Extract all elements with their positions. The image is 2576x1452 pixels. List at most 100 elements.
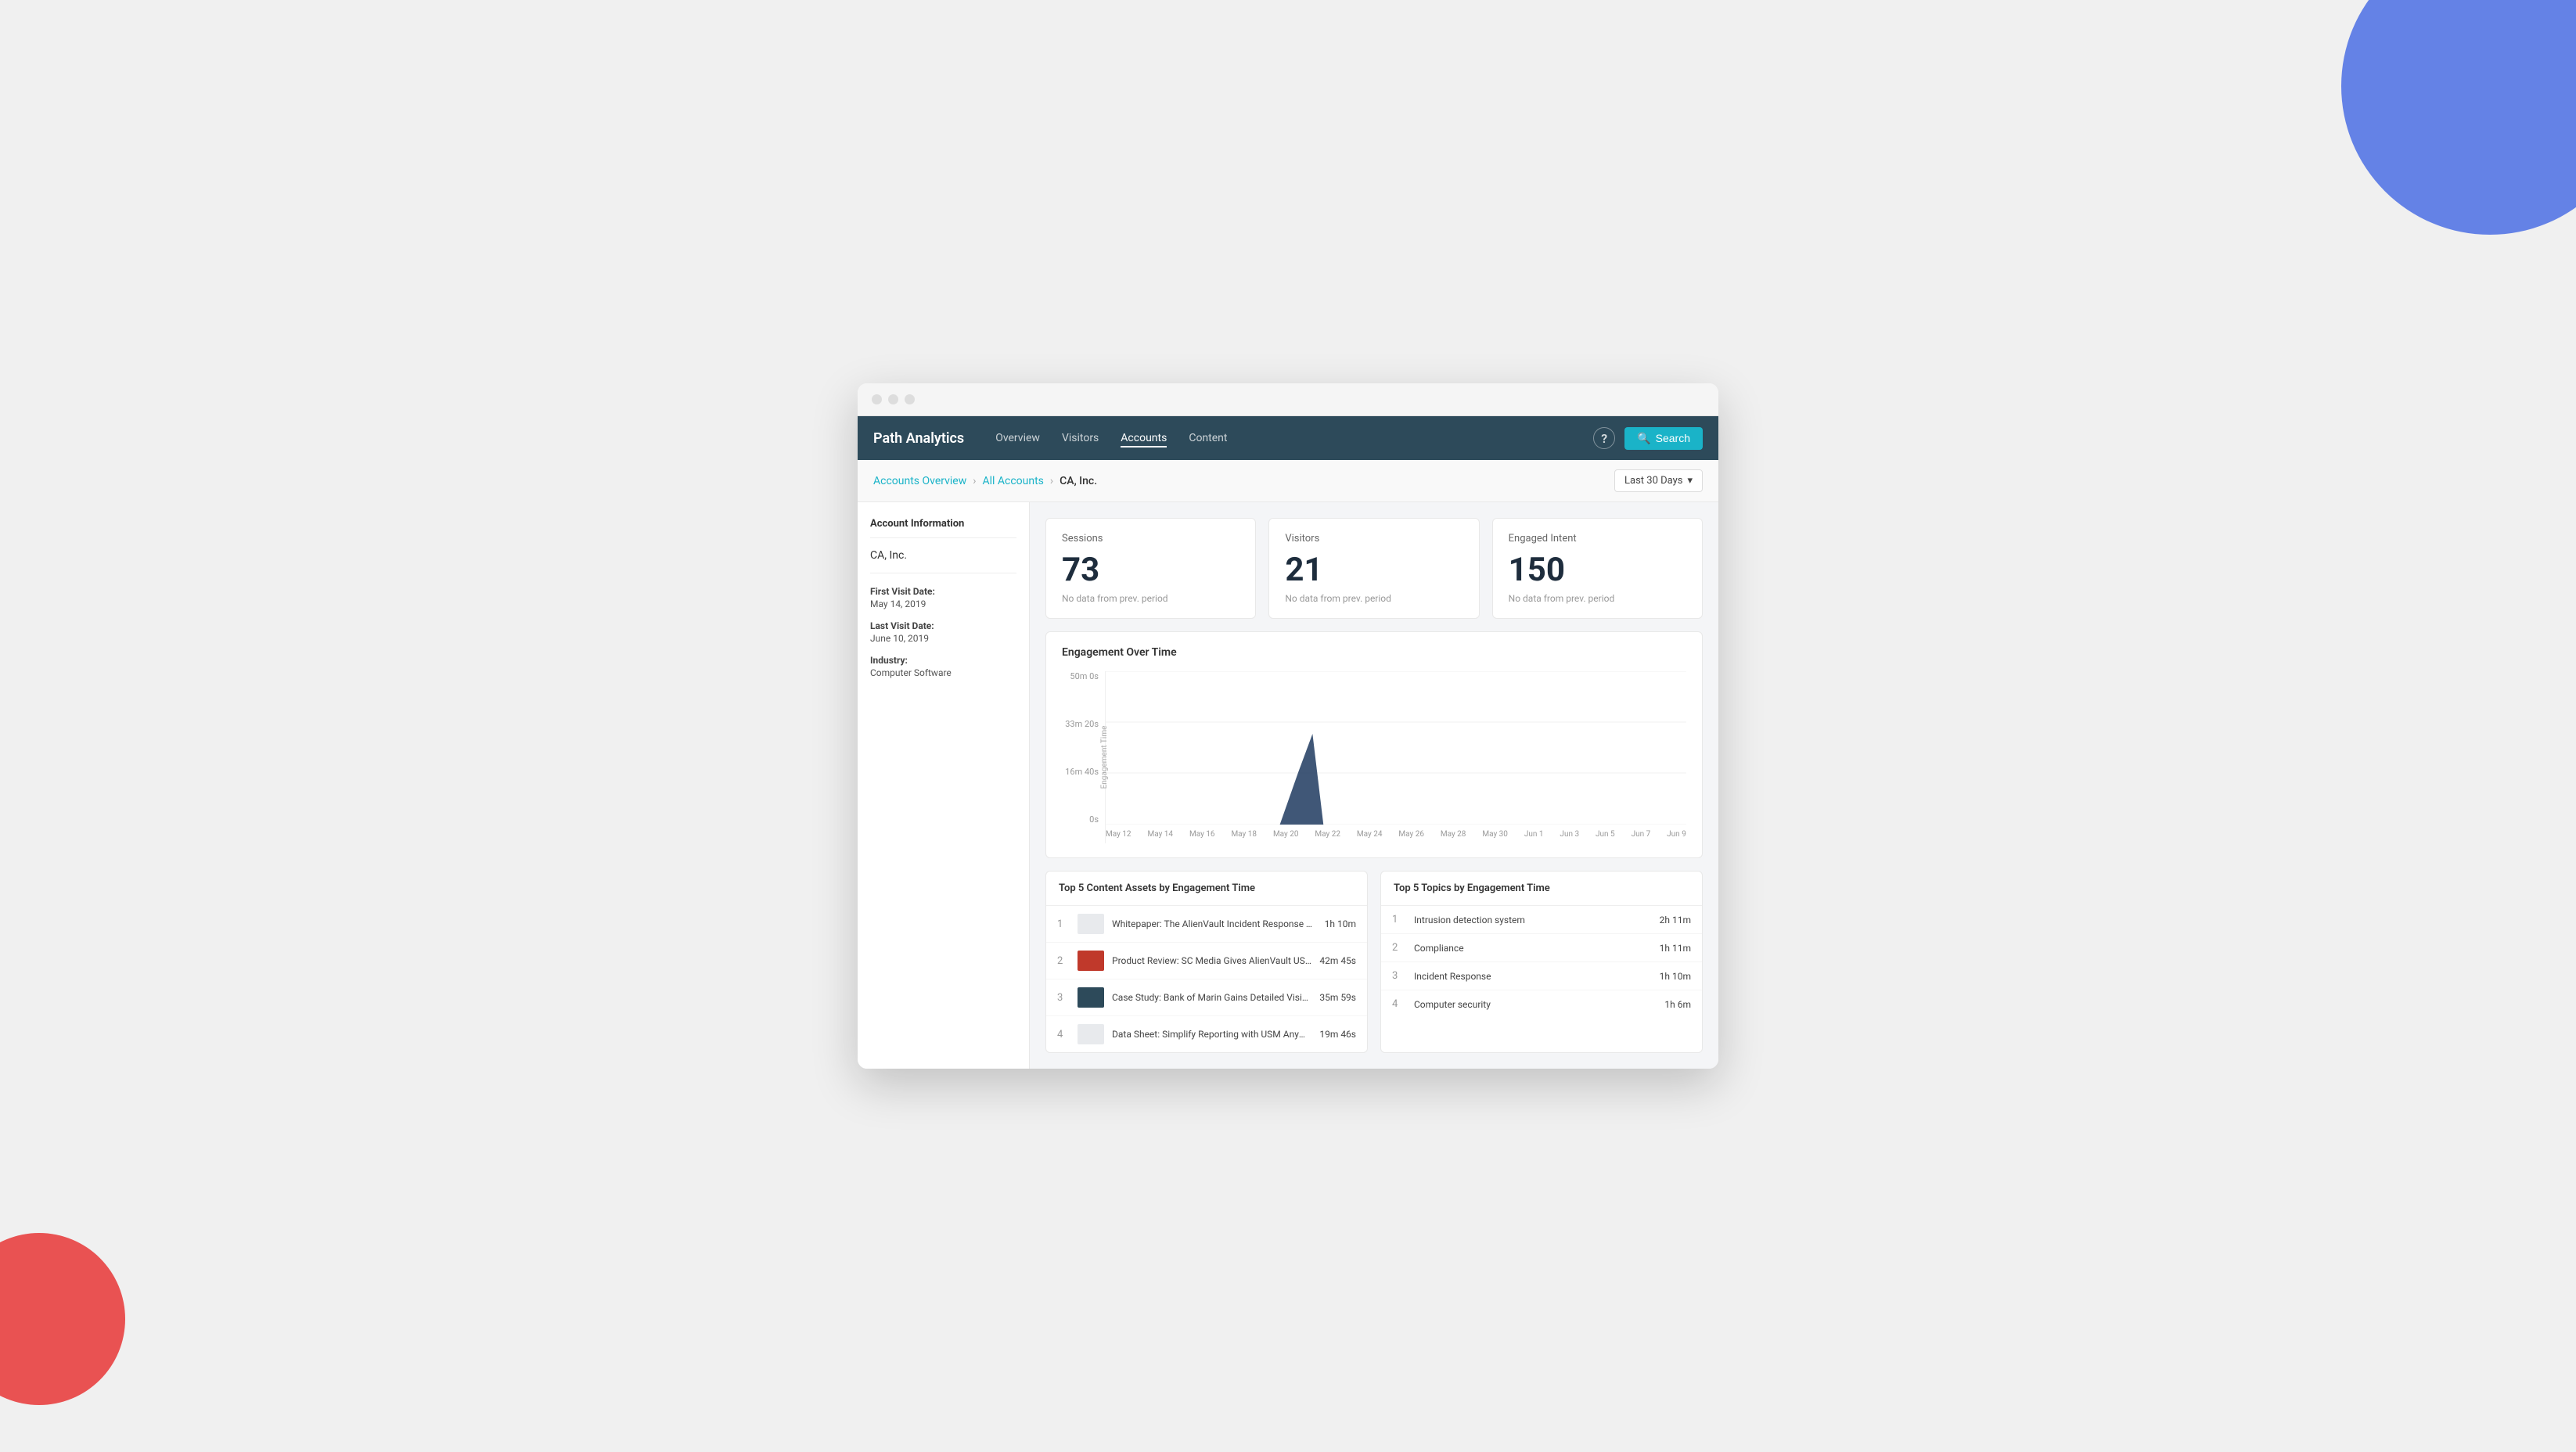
app-title: Path Analytics [873,430,964,447]
y-axis: 50m 0s 33m 20s 16m 40s 0s [1062,671,1105,843]
content-time-2: 42m 45s [1319,955,1356,966]
x-label-7: May 26 [1398,830,1424,839]
topics-header: Top 5 Topics by Engagement Time [1381,872,1702,906]
y-label-0: 50m 0s [1070,671,1099,681]
sessions-sub: No data from prev. period [1062,593,1239,604]
browser-window: Path Analytics Overview Visitors Account… [858,383,1718,1069]
content-row-num-4: 4 [1057,1029,1070,1040]
browser-chrome [858,383,1718,416]
breadcrumb-bar: Accounts Overview › All Accounts › CA, I… [858,460,1718,502]
chart-container: 50m 0s 33m 20s 16m 40s 0s Engagement Tim… [1062,671,1686,843]
help-button[interactable]: ? [1593,427,1615,449]
content-assets-table: Top 5 Content Assets by Engagement Time … [1045,871,1368,1053]
content-thumb-1 [1078,914,1104,934]
first-visit-field: First Visit Date: May 14, 2019 [870,586,1016,609]
x-label-3: May 18 [1231,830,1257,839]
date-filter-dropdown[interactable]: Last 30 Days ▾ [1614,469,1703,492]
nav-accounts[interactable]: Accounts [1121,429,1167,447]
search-icon: 🔍 [1637,432,1650,445]
topic-num-1: 1 [1392,914,1405,925]
x-label-14: Jun 9 [1667,830,1686,839]
x-axis-labels: May 12 May 14 May 16 May 18 May 20 May 2… [1106,825,1686,843]
first-visit-label: First Visit Date: [870,586,1016,597]
chart-title: Engagement Over Time [1062,646,1686,659]
breadcrumb-all-accounts[interactable]: All Accounts [982,475,1043,487]
search-button[interactable]: 🔍 Search [1624,427,1703,450]
decorative-circle-red [0,1233,125,1405]
industry-label: Industry: [870,655,1016,666]
nav-actions: ? 🔍 Search [1593,427,1703,450]
content-row-num-2: 2 [1057,955,1070,967]
topic-row-3: 3 Incident Response 1h 10m [1381,962,1702,990]
topic-name-2: Compliance [1414,943,1650,954]
x-label-4: May 20 [1273,830,1299,839]
y-label-1: 33m 20s [1065,719,1099,729]
browser-dot-1 [872,394,882,404]
x-label-13: Jun 7 [1632,830,1651,839]
sidebar-account-name: CA, Inc. [870,549,1016,573]
content-thumb-2 [1078,951,1104,971]
stats-row: Sessions 73 No data from prev. period Vi… [1045,518,1703,619]
content-area: Sessions 73 No data from prev. period Vi… [1030,502,1718,1069]
chart-plot: Engagement Time [1105,671,1686,843]
nav-content[interactable]: Content [1189,429,1227,447]
content-time-4: 19m 46s [1319,1029,1356,1040]
breadcrumb-current: CA, Inc. [1060,475,1097,487]
topic-name-3: Incident Response [1414,971,1650,982]
x-label-6: May 24 [1357,830,1383,839]
date-filter-label: Last 30 Days [1624,475,1682,487]
topics-table: Top 5 Topics by Engagement Time 1 Intrus… [1380,871,1703,1053]
sessions-title: Sessions [1062,533,1239,544]
visitors-sub: No data from prev. period [1285,593,1462,604]
engaged-intent-title: Engaged Intent [1509,533,1686,544]
breadcrumb: Accounts Overview › All Accounts › CA, I… [873,475,1097,487]
content-time-3: 35m 59s [1319,992,1356,1003]
topic-time-2: 1h 11m [1660,943,1691,954]
last-visit-field: Last Visit Date: June 10, 2019 [870,620,1016,644]
topic-time-1: 2h 11m [1660,915,1691,925]
visitors-card: Visitors 21 No data from prev. period [1268,518,1479,619]
last-visit-label: Last Visit Date: [870,620,1016,631]
chevron-down-icon: ▾ [1687,475,1693,487]
engagement-chart-card: Engagement Over Time 50m 0s 33m 20s 16m … [1045,631,1703,858]
y-label-3: 0s [1089,814,1099,825]
y-label-2: 16m 40s [1065,767,1099,777]
x-label-12: Jun 5 [1596,830,1615,839]
engaged-intent-number: 150 [1509,554,1686,587]
sessions-card: Sessions 73 No data from prev. period [1045,518,1256,619]
sidebar: Account Information CA, Inc. First Visit… [858,502,1030,1069]
content-title-3: Case Study: Bank of Marin Gains Detailed… [1112,992,1311,1003]
nav-visitors[interactable]: Visitors [1062,429,1099,447]
engaged-intent-sub: No data from prev. period [1509,593,1686,604]
topic-row-4: 4 Computer security 1h 6m [1381,990,1702,1018]
content-time-1: 1h 10m [1325,918,1356,929]
nav-overview[interactable]: Overview [995,429,1040,447]
first-visit-value: May 14, 2019 [870,598,1016,609]
content-title-4: Data Sheet: Simplify Reporting with USM … [1112,1029,1311,1040]
content-row-num-1: 1 [1057,918,1070,930]
last-visit-value: June 10, 2019 [870,633,1016,644]
content-thumb-4 [1078,1024,1104,1044]
tables-row: Top 5 Content Assets by Engagement Time … [1045,871,1703,1053]
breadcrumb-sep-2: › [1050,475,1053,487]
content-row-4: 4 Data Sheet: Simplify Reporting with US… [1046,1016,1367,1052]
visitors-title: Visitors [1285,533,1462,544]
x-label-5: May 22 [1315,830,1340,839]
engaged-intent-card: Engaged Intent 150 No data from prev. pe… [1492,518,1703,619]
visitors-number: 21 [1285,554,1462,587]
topic-name-4: Computer security [1414,999,1655,1010]
topic-time-4: 1h 6m [1664,999,1691,1010]
x-label-8: May 28 [1441,830,1466,839]
main-content: Account Information CA, Inc. First Visit… [858,502,1718,1069]
decorative-circle-blue [2341,0,2576,235]
content-row-num-3: 3 [1057,992,1070,1004]
browser-dot-2 [888,394,898,404]
content-row-1: 1 Whitepaper: The AlienVault Incident Re… [1046,906,1367,943]
x-label-10: Jun 1 [1524,830,1544,839]
content-assets-header: Top 5 Content Assets by Engagement Time [1046,872,1367,906]
breadcrumb-sep-1: › [973,475,976,487]
industry-field: Industry: Computer Software [870,655,1016,678]
x-label-1: May 14 [1147,830,1173,839]
topic-time-3: 1h 10m [1660,971,1691,982]
breadcrumb-accounts-overview[interactable]: Accounts Overview [873,475,966,487]
